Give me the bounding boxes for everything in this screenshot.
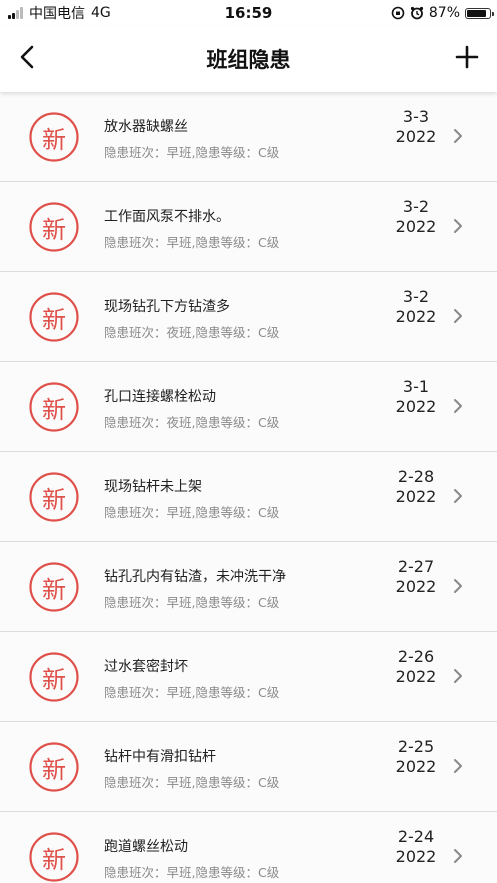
new-badge-label: 新 (42, 485, 66, 514)
alarm-icon (410, 6, 423, 20)
chevron-right-icon (454, 849, 462, 863)
item-title: 孔口连接螺栓松动 (104, 389, 216, 405)
new-badge-icon: 新 (28, 741, 80, 793)
item-date-year: 2022 (395, 127, 437, 146)
item-date-day: 2-27 (397, 557, 435, 576)
item-date-day: 3-2 (402, 197, 430, 216)
new-badge-icon: 新 (28, 201, 80, 253)
new-badge-icon: 新 (28, 291, 80, 343)
new-badge-label: 新 (42, 125, 66, 154)
list-item[interactable]: 新 工作面风泵不排水。 隐患班次：早班,隐患等级：C级 3-2 2022 (0, 182, 497, 272)
item-date-day: 3-1 (402, 377, 430, 396)
item-date-year: 2022 (395, 757, 437, 776)
item-date: 3-3 2022 (391, 107, 441, 147)
chevron-right-icon (454, 309, 462, 323)
item-subtitle: 隐患班次：早班,隐患等级：C级 (104, 595, 280, 610)
list-item[interactable]: 新 放水器缺螺丝 隐患班次：早班,隐患等级：C级 3-3 2022 (0, 92, 497, 182)
battery-fill (467, 9, 487, 17)
item-date-year: 2022 (395, 217, 437, 236)
item-date-day: 3-3 (402, 107, 430, 126)
new-badge-label: 新 (42, 845, 66, 874)
item-date: 2-26 2022 (391, 647, 441, 687)
item-title: 现场钻孔下方钻渣多 (104, 299, 230, 315)
new-badge-icon: 新 (28, 111, 80, 163)
item-date-year: 2022 (395, 487, 437, 506)
rotation-lock-icon (391, 6, 405, 20)
new-badge-label: 新 (42, 575, 66, 604)
item-date-day: 3-2 (402, 287, 430, 306)
hazard-list: 新 放水器缺螺丝 隐患班次：早班,隐患等级：C级 3-3 2022 新 工作面风… (0, 92, 497, 883)
item-title: 钻杆中有滑扣钻杆 (104, 749, 216, 765)
list-item[interactable]: 新 现场钻杆未上架 隐患班次：早班,隐患等级：C级 2-28 2022 (0, 452, 497, 542)
item-date-year: 2022 (395, 577, 437, 596)
item-title: 工作面风泵不排水。 (104, 209, 230, 225)
new-badge-icon: 新 (28, 651, 80, 703)
status-bar: 中国电信 4G 16:59 87% (0, 0, 497, 26)
item-date-day: 2-25 (397, 737, 435, 756)
item-date-year: 2022 (395, 847, 437, 866)
page-title: 班组隐患 (206, 48, 291, 72)
item-date: 3-1 2022 (391, 377, 441, 417)
item-title: 现场钻杆未上架 (104, 479, 202, 495)
new-badge-icon: 新 (28, 561, 80, 613)
chevron-right-icon (454, 399, 462, 413)
new-badge-icon: 新 (28, 471, 80, 523)
new-badge-icon: 新 (28, 831, 80, 883)
chevron-right-icon (454, 669, 462, 683)
item-date-year: 2022 (395, 307, 437, 326)
item-subtitle: 隐患班次：早班,隐患等级：C级 (104, 775, 280, 790)
item-subtitle: 隐患班次：夜班,隐患等级：C级 (104, 325, 280, 340)
item-title: 放水器缺螺丝 (104, 119, 188, 135)
list-item[interactable]: 新 跑道螺丝松动 隐患班次：早班,隐患等级：C级 2-24 2022 (0, 812, 497, 883)
new-badge-icon: 新 (28, 381, 80, 433)
nav-bar: 班组隐患 (0, 26, 497, 92)
item-title: 过水套密封坏 (104, 659, 188, 675)
item-date: 3-2 2022 (391, 287, 441, 327)
add-button[interactable] (453, 43, 481, 71)
new-badge-label: 新 (42, 755, 66, 784)
new-badge-label: 新 (42, 215, 66, 244)
chevron-right-icon (454, 759, 462, 773)
battery-icon (465, 7, 494, 19)
item-date: 2-24 2022 (391, 827, 441, 867)
item-date: 2-27 2022 (391, 557, 441, 597)
new-badge-label: 新 (42, 395, 66, 424)
item-date-year: 2022 (395, 397, 437, 416)
list-item[interactable]: 新 过水套密封坏 隐患班次：早班,隐患等级：C级 2-26 2022 (0, 632, 497, 722)
item-subtitle: 隐患班次：早班,隐患等级：C级 (104, 235, 280, 250)
new-badge-label: 新 (42, 305, 66, 334)
list-item[interactable]: 新 钻孔孔内有钻渣，未冲洗干净 隐患班次：早班,隐患等级：C级 2-27 202… (0, 542, 497, 632)
item-date-day: 2-28 (397, 467, 435, 486)
item-subtitle: 隐患班次：早班,隐患等级：C级 (104, 505, 280, 520)
item-date-day: 2-26 (397, 647, 435, 666)
chevron-right-icon (454, 489, 462, 503)
list-item[interactable]: 新 孔口连接螺栓松动 隐患班次：夜班,隐患等级：C级 3-1 2022 (0, 362, 497, 452)
item-subtitle: 隐患班次：早班,隐患等级：C级 (104, 145, 280, 160)
item-subtitle: 隐患班次：夜班,隐患等级：C级 (104, 415, 280, 430)
item-date-year: 2022 (395, 667, 437, 686)
battery-percent: 87% (428, 5, 460, 21)
list-item[interactable]: 新 钻杆中有滑扣钻杆 隐患班次：早班,隐患等级：C级 2-25 2022 (0, 722, 497, 812)
item-date: 2-25 2022 (391, 737, 441, 777)
list-item[interactable]: 新 现场钻孔下方钻渣多 隐患班次：夜班,隐患等级：C级 3-2 2022 (0, 272, 497, 362)
item-title: 钻孔孔内有钻渣，未冲洗干净 (104, 569, 286, 585)
plus-icon (455, 45, 479, 69)
item-title: 跑道螺丝松动 (104, 839, 188, 855)
item-date-day: 2-24 (397, 827, 435, 846)
new-badge-label: 新 (42, 665, 66, 694)
chevron-right-icon (454, 129, 462, 143)
item-date: 2-28 2022 (391, 467, 441, 507)
chevron-right-icon (454, 579, 462, 593)
item-date: 3-2 2022 (391, 197, 441, 237)
item-subtitle: 隐患班次：早班,隐患等级：C级 (104, 685, 280, 700)
chevron-right-icon (454, 219, 462, 233)
status-right: 87% (391, 5, 494, 21)
item-subtitle: 隐患班次：早班,隐患等级：C级 (104, 865, 280, 880)
